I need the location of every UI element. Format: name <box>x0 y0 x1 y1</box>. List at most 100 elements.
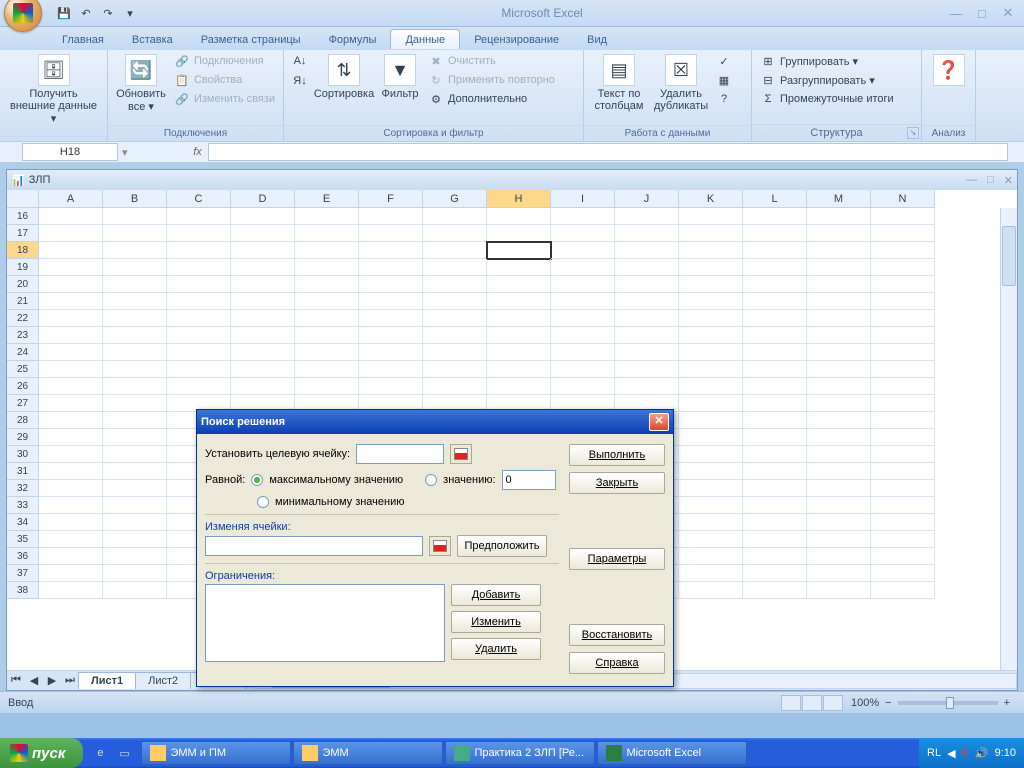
cell-M24[interactable] <box>807 344 871 361</box>
cell-B38[interactable] <box>103 582 167 599</box>
cell-B21[interactable] <box>103 293 167 310</box>
cell-L20[interactable] <box>743 276 807 293</box>
wb-close-button[interactable]: ✕ <box>1004 174 1013 187</box>
cell-L23[interactable] <box>743 327 807 344</box>
cell-M26[interactable] <box>807 378 871 395</box>
cell-L34[interactable] <box>743 514 807 531</box>
row-header-17[interactable]: 17 <box>7 225 39 242</box>
cell-I16[interactable] <box>551 208 615 225</box>
cell-N18[interactable] <box>871 242 935 259</box>
cell-C19[interactable] <box>167 259 231 276</box>
taskbar-item-4[interactable]: Microsoft Excel <box>597 741 747 765</box>
cell-G20[interactable] <box>423 276 487 293</box>
col-header-F[interactable]: F <box>359 190 423 207</box>
cell-B24[interactable] <box>103 344 167 361</box>
cell-A30[interactable] <box>39 446 103 463</box>
cell-K16[interactable] <box>679 208 743 225</box>
cell-L22[interactable] <box>743 310 807 327</box>
cell-N27[interactable] <box>871 395 935 412</box>
cell-N32[interactable] <box>871 480 935 497</box>
row-header-34[interactable]: 34 <box>7 514 39 531</box>
cell-D23[interactable] <box>231 327 295 344</box>
cell-C16[interactable] <box>167 208 231 225</box>
cell-J19[interactable] <box>615 259 679 276</box>
cell-G25[interactable] <box>423 361 487 378</box>
cell-K24[interactable] <box>679 344 743 361</box>
wb-maximize-button[interactable]: □ <box>987 174 994 186</box>
row-header-31[interactable]: 31 <box>7 463 39 480</box>
cell-G21[interactable] <box>423 293 487 310</box>
cell-G17[interactable] <box>423 225 487 242</box>
dialog-titlebar[interactable]: Поиск решения ✕ <box>197 410 673 434</box>
cell-L37[interactable] <box>743 565 807 582</box>
cell-L18[interactable] <box>743 242 807 259</box>
tab-view[interactable]: Вид <box>573 30 621 49</box>
row-header-28[interactable]: 28 <box>7 412 39 429</box>
clock[interactable]: 9:10 <box>995 747 1016 759</box>
row-header-24[interactable]: 24 <box>7 344 39 361</box>
row-header-22[interactable]: 22 <box>7 310 39 327</box>
cell-B16[interactable] <box>103 208 167 225</box>
cell-E26[interactable] <box>295 378 359 395</box>
cell-I19[interactable] <box>551 259 615 276</box>
cell-G22[interactable] <box>423 310 487 327</box>
radio-min[interactable] <box>257 496 269 508</box>
save-icon[interactable]: 💾 <box>54 3 74 23</box>
cell-J18[interactable] <box>615 242 679 259</box>
cell-K29[interactable] <box>679 429 743 446</box>
cell-L17[interactable] <box>743 225 807 242</box>
help-button[interactable]: Справка <box>569 652 665 674</box>
cell-A35[interactable] <box>39 531 103 548</box>
view-page-break-button[interactable] <box>823 695 843 711</box>
cell-N25[interactable] <box>871 361 935 378</box>
taskbar-item-1[interactable]: ЭММ и ПМ <box>141 741 291 765</box>
col-header-A[interactable]: A <box>39 190 103 207</box>
cell-N16[interactable] <box>871 208 935 225</box>
solve-button[interactable]: Выполнить <box>569 444 665 466</box>
select-all-corner[interactable] <box>7 190 39 208</box>
cell-B28[interactable] <box>103 412 167 429</box>
cell-M37[interactable] <box>807 565 871 582</box>
cell-B18[interactable] <box>103 242 167 259</box>
cell-M35[interactable] <box>807 531 871 548</box>
cell-I21[interactable] <box>551 293 615 310</box>
cell-M32[interactable] <box>807 480 871 497</box>
tray-icon-3[interactable]: 🔊 <box>975 747 989 760</box>
sheet-nav-last[interactable]: ⏭ <box>61 674 79 687</box>
cell-D17[interactable] <box>231 225 295 242</box>
cell-H26[interactable] <box>487 378 551 395</box>
cell-E23[interactable] <box>295 327 359 344</box>
col-header-L[interactable]: L <box>743 190 807 207</box>
cell-L31[interactable] <box>743 463 807 480</box>
cell-I24[interactable] <box>551 344 615 361</box>
cell-M31[interactable] <box>807 463 871 480</box>
row-header-27[interactable]: 27 <box>7 395 39 412</box>
outline-launcher[interactable]: ↘ <box>907 127 919 139</box>
properties-button[interactable]: 📋Свойства <box>172 71 277 89</box>
cell-L27[interactable] <box>743 395 807 412</box>
cell-K22[interactable] <box>679 310 743 327</box>
add-constraint-button[interactable]: Добавить <box>451 584 541 606</box>
cell-G23[interactable] <box>423 327 487 344</box>
cell-K33[interactable] <box>679 497 743 514</box>
cell-B19[interactable] <box>103 259 167 276</box>
changing-cells-input[interactable] <box>205 536 423 556</box>
redo-icon[interactable]: ↷ <box>98 3 118 23</box>
row-header-25[interactable]: 25 <box>7 361 39 378</box>
sheet-tab-2[interactable]: Лист2 <box>135 672 191 689</box>
start-button[interactable]: пуск <box>0 738 83 768</box>
cell-M38[interactable] <box>807 582 871 599</box>
cell-E21[interactable] <box>295 293 359 310</box>
cell-A32[interactable] <box>39 480 103 497</box>
group-button[interactable]: ⊞Группировать ▾ <box>758 52 915 70</box>
sort-asc-button[interactable]: A↓ <box>290 52 310 70</box>
cell-B17[interactable] <box>103 225 167 242</box>
cell-M25[interactable] <box>807 361 871 378</box>
cell-N30[interactable] <box>871 446 935 463</box>
cell-M33[interactable] <box>807 497 871 514</box>
cell-B26[interactable] <box>103 378 167 395</box>
cell-B27[interactable] <box>103 395 167 412</box>
cell-M30[interactable] <box>807 446 871 463</box>
cell-L16[interactable] <box>743 208 807 225</box>
zoom-slider-thumb[interactable] <box>946 697 954 709</box>
